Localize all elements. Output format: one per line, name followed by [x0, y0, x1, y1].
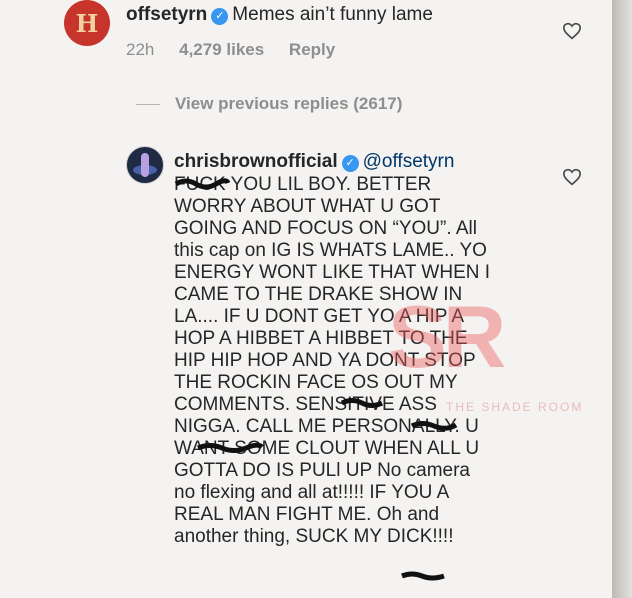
comment-2-mention[interactable]: @offsetyrn — [363, 151, 455, 172]
comment-line: no flexing and all at!!!!! IF YOU A — [174, 482, 450, 503]
comment-1-username[interactable]: offsetyrn — [126, 4, 207, 25]
comment-1-meta: 22h 4,279 likes Reply — [126, 40, 355, 60]
avatar-chrisbrownofficial[interactable] — [126, 146, 164, 184]
background-edge — [612, 0, 632, 598]
comment-line: GOTTA DO IS PULl UP No camera — [174, 460, 470, 481]
comment-2-text: FUCK YOU LIL BOY. BETTER WORRY ABOUT WHA… — [174, 174, 534, 548]
verified-badge-icon: ✓ — [341, 155, 359, 172]
comment-line: another thing, SUCK MY DICK!!!! — [174, 526, 454, 547]
comment-1-reply-button[interactable]: Reply — [289, 40, 335, 59]
comment-line: LA.... IF U DONT GET YO A HIP A — [174, 306, 465, 327]
comment-line: ENERGY WONT LIKE THAT WHEN I — [174, 262, 491, 283]
comment-line: HOP A HIBBET A HIBBET TO THE — [174, 328, 468, 349]
comment-1-text: Memes ain’t funny lame — [232, 4, 433, 25]
avatar-offsetyrn[interactable]: H — [64, 0, 110, 46]
redaction-scribble — [401, 571, 445, 581]
heart-icon[interactable] — [562, 168, 582, 186]
verified-badge-icon: ✓ — [211, 8, 229, 25]
comment-line: this cap on IG IS WHATS LAME.. YO — [174, 240, 487, 261]
comments-panel: H offsetyrn ✓ Memes ain’t funny lame 22h 4… — [0, 0, 612, 598]
comment-2-username[interactable]: chrisbrownofficial — [174, 151, 338, 172]
comment-2-header: chrisbrownofficial ✓ @offsetyrn — [174, 151, 454, 173]
view-previous-replies-button[interactable]: View previous replies (2617) — [175, 94, 402, 114]
replies-divider — [136, 104, 160, 105]
comment-line: NIGGA. CALL ME PERSONALLY. U — [174, 416, 479, 437]
comment-line: HIP HIP HOP AND YA DONT STOP — [174, 350, 476, 371]
comment-1: offsetyrn ✓ Memes ain’t funny lame — [126, 4, 433, 26]
comment-line: WANT SOME CLOUT WHEN ALL U — [174, 438, 480, 459]
comment-line: FUCK YOU LIL BOY. BETTER — [174, 174, 432, 195]
comment-line: WORRY ABOUT WHAT U GOT — [174, 196, 441, 217]
avatar-letter: H — [75, 8, 99, 38]
heart-icon[interactable] — [562, 22, 582, 40]
comment-1-likes[interactable]: 4,279 likes — [179, 40, 264, 59]
comment-line: CAME TO THE DRAKE SHOW IN — [174, 284, 463, 305]
watermark-tag: THE SHADE ROOM — [446, 400, 584, 414]
comment-line: THE ROCKIN FACE OS OUT MY — [174, 372, 458, 393]
comment-line: REAL MAN FIGHT ME. Oh and — [174, 504, 440, 525]
comment-1-time: 22h — [126, 40, 155, 59]
comment-line: GOING AND FOCUS ON “YOU”. All — [174, 218, 477, 239]
